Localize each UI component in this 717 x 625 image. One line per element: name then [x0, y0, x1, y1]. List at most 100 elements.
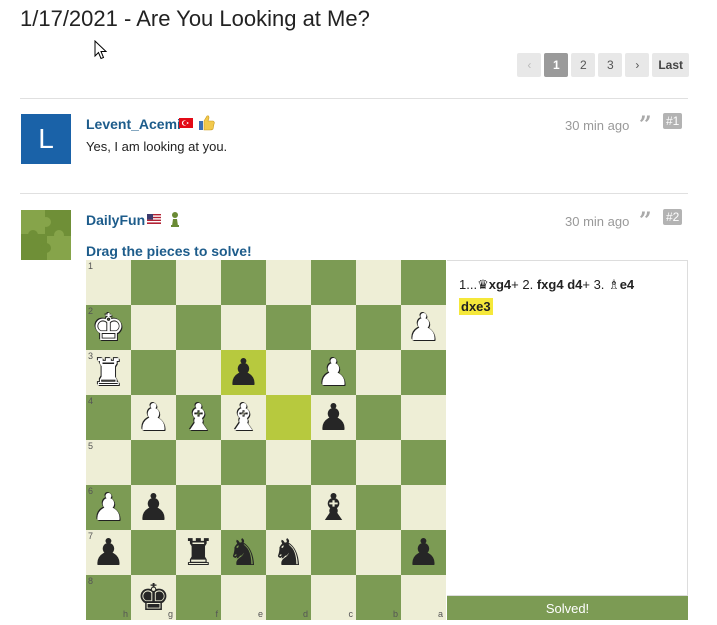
board-square[interactable]: ♟	[131, 395, 176, 440]
black-pawn-icon[interactable]: ♟	[131, 485, 176, 530]
board-square[interactable]: ♟	[401, 305, 446, 350]
board-square[interactable]	[356, 350, 401, 395]
quote-icon[interactable]: ”	[639, 114, 652, 136]
post-username[interactable]: DailyFun	[86, 212, 145, 228]
board-square[interactable]	[131, 260, 176, 305]
page-1-button[interactable]: 1	[544, 53, 569, 77]
board-square[interactable]	[131, 440, 176, 485]
last-page-button[interactable]: Last	[652, 53, 689, 77]
board-square[interactable]	[356, 440, 401, 485]
black-king-icon[interactable]: ♚	[131, 575, 176, 620]
board-square[interactable]: b	[356, 575, 401, 620]
board-square[interactable]	[176, 350, 221, 395]
black-pawn-icon[interactable]: ♟	[86, 530, 131, 575]
board-square[interactable]: 7 ♟	[86, 530, 131, 575]
board-square[interactable]: ♝	[311, 485, 356, 530]
board-square[interactable]	[311, 440, 356, 485]
black-pawn-icon[interactable]: ♟	[221, 350, 266, 395]
board-square[interactable]	[356, 530, 401, 575]
board-square[interactable]: 6 ♟	[86, 485, 131, 530]
board-square[interactable]	[401, 485, 446, 530]
black-bishop-icon[interactable]: ♝	[311, 485, 356, 530]
board-square[interactable]: f	[176, 575, 221, 620]
prev-page-button[interactable]: ‹	[517, 53, 542, 77]
board-square[interactable]: a	[401, 575, 446, 620]
board-square[interactable]	[356, 305, 401, 350]
next-page-button[interactable]: ›	[625, 53, 650, 77]
black-knight-icon[interactable]: ♞	[221, 530, 266, 575]
chess-board[interactable]: 1 2 ♚ ♟ 3 ♜ ♟ ♟ 4 ♟ ♝ ♝ ♟ 5 6 ♟ ♟ ♝ 7 ♟ ♜ ♞ ♞ ♟ 8 h g ♚ f e d c b a	[86, 260, 446, 620]
white-pawn-icon[interactable]: ♟	[131, 395, 176, 440]
board-square[interactable]	[266, 260, 311, 305]
board-square[interactable]	[356, 395, 401, 440]
post-number[interactable]: #2	[663, 209, 683, 225]
white-pawn-icon[interactable]: ♟	[311, 350, 356, 395]
board-square[interactable]: e	[221, 575, 266, 620]
white-king-icon[interactable]: ♚	[86, 305, 131, 350]
move-white[interactable]: e4	[620, 277, 634, 292]
board-square[interactable]: 1	[86, 260, 131, 305]
board-square[interactable]	[356, 485, 401, 530]
move-white[interactable]: fxg4	[537, 277, 564, 292]
black-rook-icon[interactable]: ♜	[176, 530, 221, 575]
avatar[interactable]: L	[21, 114, 71, 164]
board-square[interactable]	[266, 440, 311, 485]
board-square[interactable]	[266, 305, 311, 350]
board-square[interactable]: ♝	[176, 395, 221, 440]
board-square[interactable]	[176, 440, 221, 485]
board-square[interactable]	[401, 440, 446, 485]
board-square[interactable]	[356, 260, 401, 305]
board-square[interactable]: ♟	[311, 350, 356, 395]
board-square[interactable]	[266, 350, 311, 395]
board-square[interactable]: ♟	[131, 485, 176, 530]
white-pawn-icon[interactable]: ♟	[86, 485, 131, 530]
board-square[interactable]: ♟	[311, 395, 356, 440]
board-square[interactable]	[311, 530, 356, 575]
board-square[interactable]	[221, 440, 266, 485]
board-square[interactable]	[221, 485, 266, 530]
black-pawn-icon[interactable]: ♟	[311, 395, 356, 440]
board-square[interactable]	[131, 350, 176, 395]
white-rook-icon[interactable]: ♜	[86, 350, 131, 395]
board-square[interactable]	[401, 395, 446, 440]
board-square[interactable]: ♟	[221, 350, 266, 395]
board-square[interactable]: 8h	[86, 575, 131, 620]
quote-icon[interactable]: ”	[639, 210, 652, 232]
board-square[interactable]	[221, 305, 266, 350]
board-square[interactable]: 5	[86, 440, 131, 485]
board-square[interactable]	[311, 260, 356, 305]
move-black[interactable]: xg4	[489, 277, 511, 292]
board-square[interactable]: ♟	[401, 530, 446, 575]
board-square[interactable]: ♞	[221, 530, 266, 575]
board-square[interactable]: ♜	[176, 530, 221, 575]
board-square[interactable]	[221, 260, 266, 305]
white-pawn-icon[interactable]: ♟	[401, 305, 446, 350]
white-bishop-icon[interactable]: ♝	[221, 395, 266, 440]
board-square[interactable]	[401, 350, 446, 395]
move-black[interactable]: d4	[567, 277, 582, 292]
board-square[interactable]: ♝	[221, 395, 266, 440]
board-square[interactable]: 4	[86, 395, 131, 440]
current-move[interactable]: dxe3	[459, 298, 493, 315]
board-square[interactable]: g ♚	[131, 575, 176, 620]
post-number[interactable]: #1	[663, 113, 683, 129]
board-square[interactable]: 3 ♜	[86, 350, 131, 395]
board-square[interactable]	[401, 260, 446, 305]
post-username[interactable]: Levent_Acemi	[86, 116, 181, 132]
board-square[interactable]	[311, 305, 356, 350]
board-square[interactable]: ♞	[266, 530, 311, 575]
board-square[interactable]	[176, 260, 221, 305]
board-square[interactable]	[176, 305, 221, 350]
board-square[interactable]: c	[311, 575, 356, 620]
black-pawn-icon[interactable]: ♟	[401, 530, 446, 575]
black-knight-icon[interactable]: ♞	[266, 530, 311, 575]
board-square[interactable]: d	[266, 575, 311, 620]
board-square[interactable]	[266, 395, 311, 440]
board-square[interactable]	[131, 305, 176, 350]
white-bishop-icon[interactable]: ♝	[176, 395, 221, 440]
board-square[interactable]: 2 ♚	[86, 305, 131, 350]
board-square[interactable]	[266, 485, 311, 530]
page-2-button[interactable]: 2	[571, 53, 596, 77]
puzzle-avatar[interactable]	[21, 210, 71, 260]
page-3-button[interactable]: 3	[598, 53, 623, 77]
